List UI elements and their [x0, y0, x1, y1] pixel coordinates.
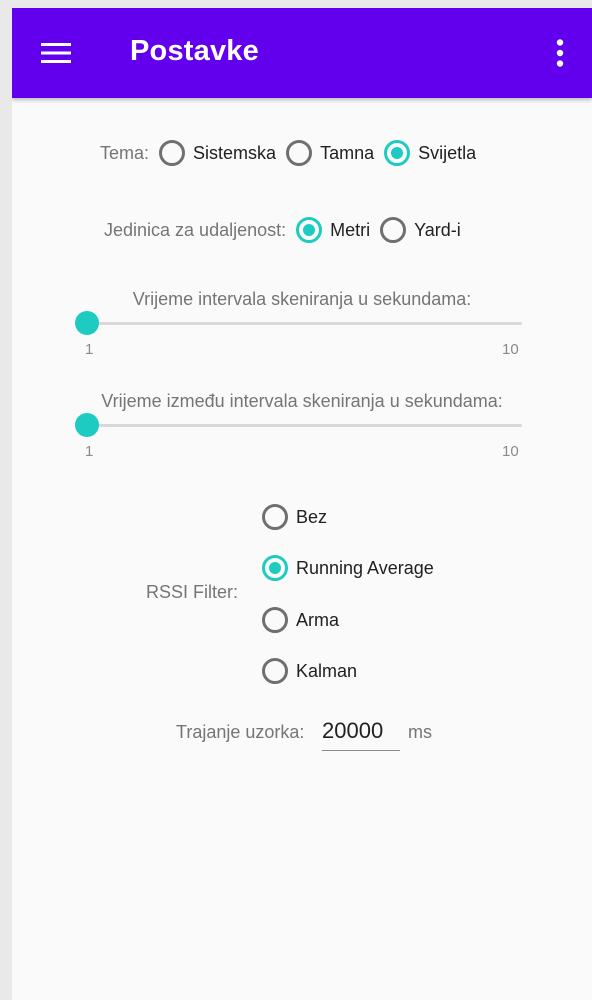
settings-screen: Postavke Tema: Sistemska Tamna Svijetla … — [12, 8, 592, 1000]
theme-setting: Tema: Sistemska Tamna Svijetla — [100, 133, 476, 173]
theme-label: Tema: — [100, 142, 150, 163]
rssi-option-kalman[interactable]: Kalman — [262, 658, 357, 684]
slider-thumb[interactable] — [75, 311, 99, 335]
distance-unit-label: Jedinica za udaljenost: — [104, 219, 287, 240]
more-vert-icon — [556, 39, 564, 67]
theme-option-svijetla[interactable]: Svijetla — [384, 140, 476, 166]
distance-unit-option-label: Metri — [330, 219, 371, 240]
scan-interval-slider[interactable] — [75, 311, 522, 335]
between-interval-label: Vrijeme između intervala skeniranja u se… — [101, 391, 503, 411]
slider-thumb[interactable] — [75, 413, 99, 437]
between-interval-min: 1 — [85, 443, 94, 460]
radio-button-selected[interactable] — [262, 555, 288, 581]
scan-interval-max: 10 — [502, 341, 519, 358]
distance-unit-option-yardi[interactable]: Yard-i — [380, 217, 461, 243]
scan-interval-min: 1 — [85, 341, 94, 358]
between-interval-max: 10 — [502, 443, 519, 460]
radio-button-selected[interactable] — [384, 140, 411, 166]
radio-button-selected[interactable] — [296, 217, 323, 243]
sample-duration-label: Trajanje uzorka: — [176, 722, 305, 742]
radio-button[interactable] — [286, 140, 313, 166]
distance-unit-setting: Jedinica za udaljenost: Metri Yard-i — [104, 210, 461, 250]
radio-button[interactable] — [262, 607, 288, 633]
sample-duration-unit: ms — [408, 722, 432, 742]
rssi-option-label: Bez — [296, 506, 328, 527]
rssi-filter-label: RSSI Filter: — [146, 582, 239, 602]
radio-button[interactable] — [159, 140, 186, 166]
rssi-option-running-average[interactable]: Running Average — [262, 555, 434, 581]
theme-option-label: Sistemska — [193, 142, 277, 163]
app-bar: Postavke — [12, 8, 592, 98]
rssi-option-bez[interactable]: Bez — [262, 504, 327, 530]
rssi-option-arma[interactable]: Arma — [262, 607, 339, 633]
sample-duration-input[interactable] — [322, 712, 400, 751]
radio-button[interactable] — [380, 217, 407, 243]
theme-option-tamna[interactable]: Tamna — [286, 140, 374, 166]
page-title: Postavke — [130, 35, 259, 67]
theme-option-label: Tamna — [320, 142, 375, 163]
theme-option-sistemska[interactable]: Sistemska — [159, 140, 276, 166]
menu-button[interactable] — [28, 29, 84, 77]
distance-unit-option-metri[interactable]: Metri — [296, 217, 370, 243]
rssi-option-label: Running Average — [296, 557, 434, 578]
hamburger-menu-icon — [41, 43, 71, 63]
rssi-option-label: Arma — [296, 609, 340, 630]
radio-button[interactable] — [262, 658, 288, 684]
distance-unit-option-label: Yard-i — [414, 219, 461, 240]
scan-interval-label: Vrijeme intervala skeniranja u sekundama… — [132, 289, 472, 309]
radio-button[interactable] — [262, 504, 288, 530]
overflow-menu-button[interactable] — [544, 29, 576, 77]
between-interval-slider[interactable] — [75, 413, 522, 437]
rssi-option-label: Kalman — [296, 660, 358, 681]
theme-option-label: Svijetla — [418, 142, 477, 163]
